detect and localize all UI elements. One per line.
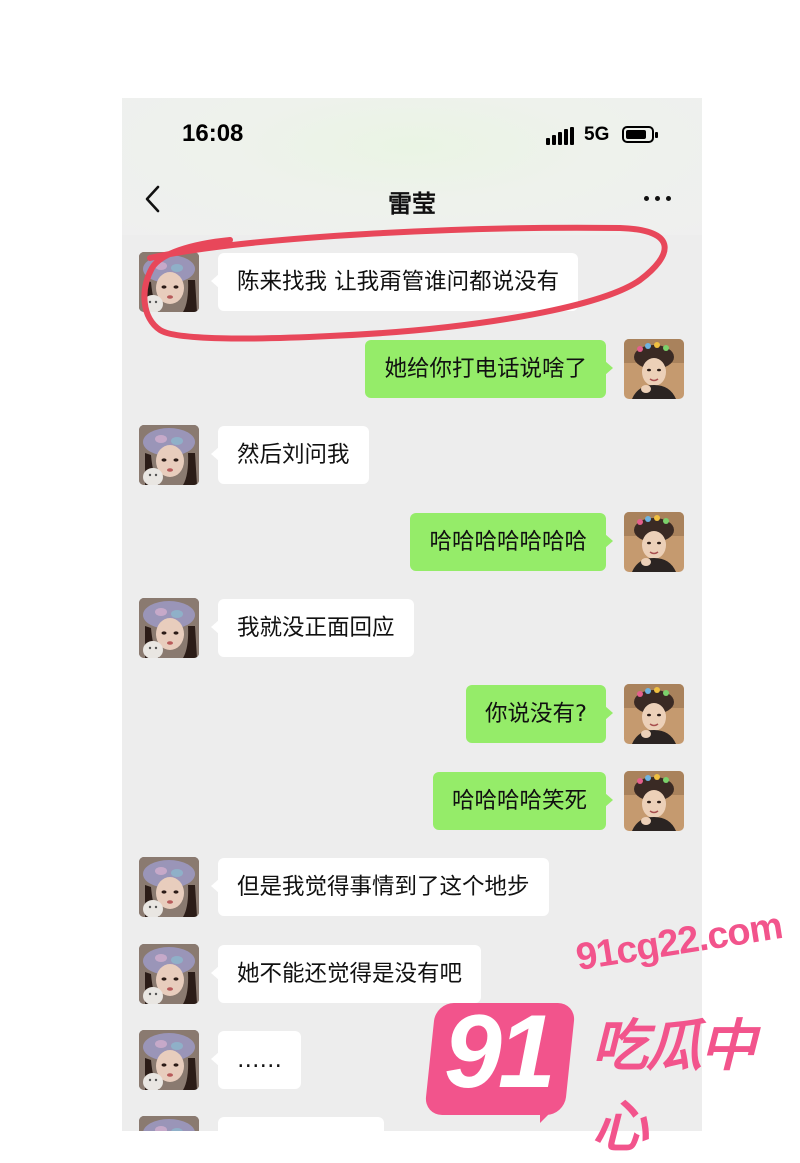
message-bubble-sent[interactable]: 她给你打电话说啥了 [365,340,613,398]
avatar[interactable] [624,684,684,744]
message-row: 但是我觉得事情到了这个地步 [122,857,702,919]
status-bar: 16:08 5G [122,98,702,170]
more-button[interactable] [644,196,674,204]
message-row: 她给你打电话说啥了 [122,339,702,401]
watermark: 91cg22.com 91 吃瓜中心 [420,905,800,1160]
battery-icon [622,126,658,143]
message-bubble-sent[interactable]: 你说没有? [466,685,613,743]
message-row: 哈哈哈哈笑死 [122,771,702,833]
message-bubble-received[interactable]: …… [211,1031,301,1089]
avatar[interactable] [139,857,199,917]
message-row: 你说没有? [122,684,702,746]
status-time: 16:08 [182,120,244,147]
message-bubble-received[interactable]: 我就没正面回应 [211,599,414,657]
avatar[interactable] [139,598,199,658]
message-bubble-received[interactable]: 陈来找我 让我甭管谁问都说没有 [210,253,579,311]
avatar[interactable] [139,944,199,1004]
message-bubble-received[interactable] [218,1117,384,1131]
watermark-number: 91 [444,994,556,1110]
message-bubble-sent[interactable]: 哈哈哈哈笑死 [432,772,614,830]
nav-bar: 雷莹 [122,170,702,232]
top-bar: 16:08 5G 雷莹 [122,98,702,235]
watermark-name: 吃瓜中心 [592,1014,756,1160]
message-row: 陈来找我 让我甭管谁问都说没有 [122,252,702,314]
chat-title: 雷莹 [388,190,436,218]
avatar[interactable] [139,425,199,485]
avatar[interactable] [624,339,684,399]
message-bubble-received[interactable]: 然后刘问我 [211,426,369,484]
message-bubble-sent[interactable]: 哈哈哈哈哈哈哈 [410,513,613,571]
message-row: 我就没正面回应 [122,598,702,660]
avatar[interactable] [139,252,199,312]
avatar[interactable] [139,1116,199,1131]
message-row: 然后刘问我 [122,425,702,487]
signal-bars-icon [546,127,576,145]
message-bubble-received[interactable]: 但是我觉得事情到了这个地步 [211,858,549,916]
network-type: 5G [584,124,610,145]
message-row: 哈哈哈哈哈哈哈 [122,512,702,574]
avatar[interactable] [139,1030,199,1090]
avatar[interactable] [624,771,684,831]
avatar[interactable] [624,512,684,572]
